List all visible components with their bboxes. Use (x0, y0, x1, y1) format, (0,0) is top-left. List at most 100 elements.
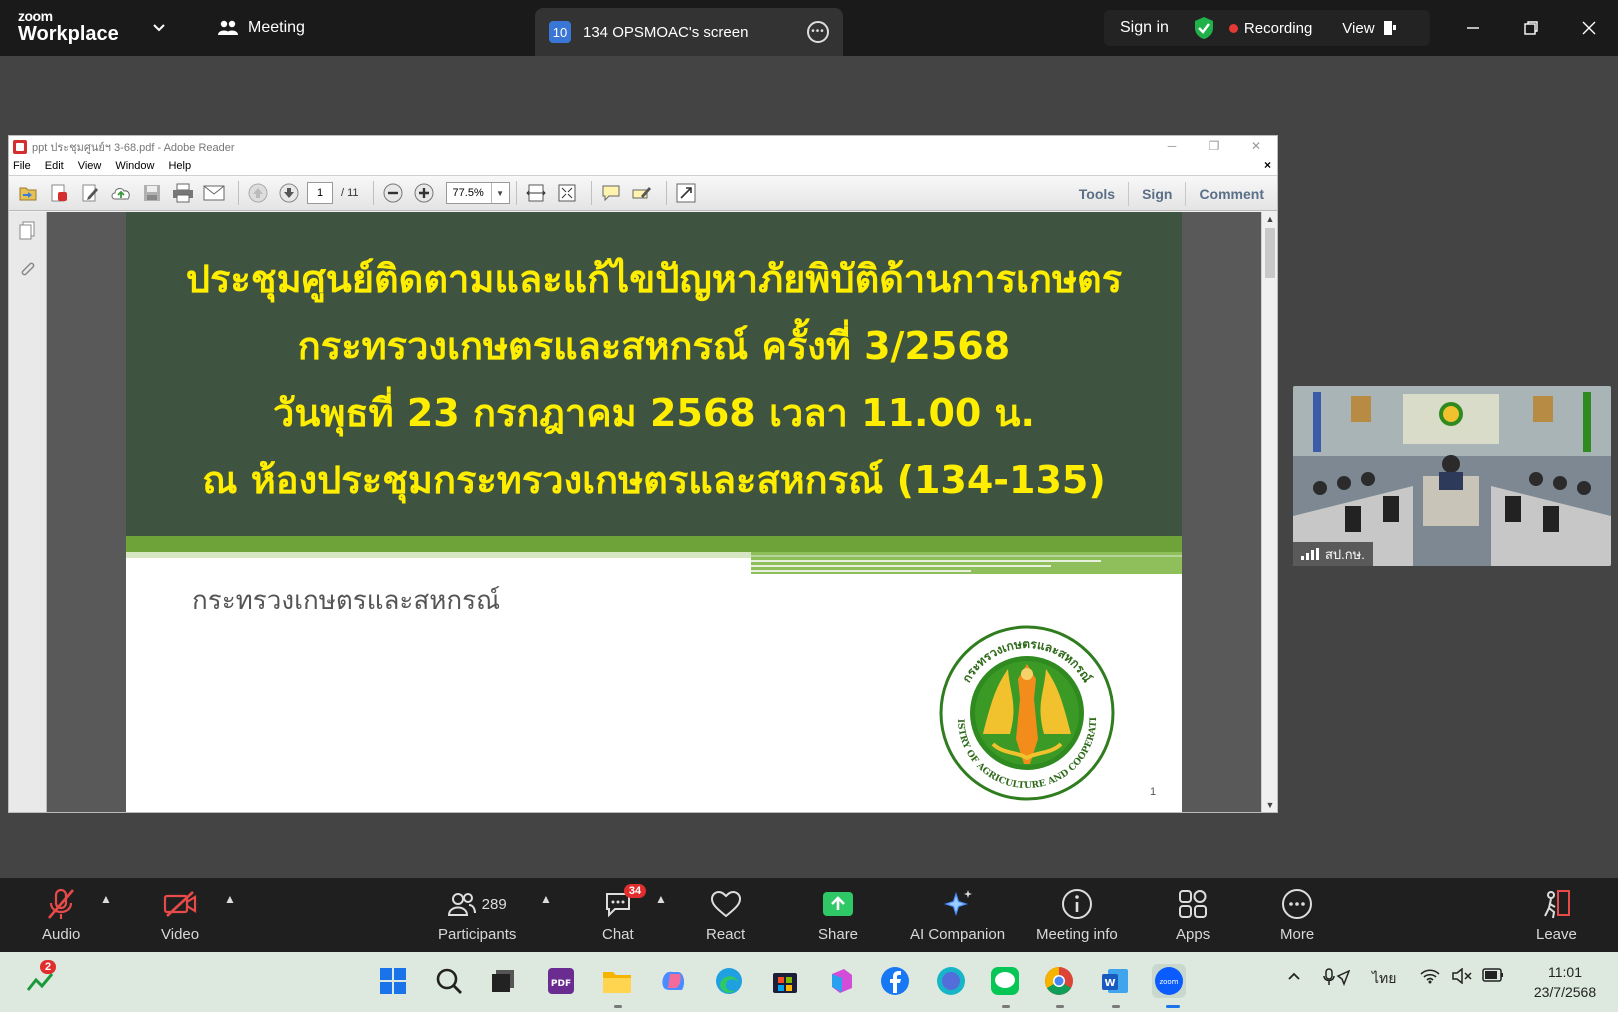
facebook-icon[interactable] (878, 964, 912, 998)
participant-video-tile[interactable]: สป.กษ. (1293, 386, 1611, 566)
recording-indicator[interactable]: Recording (1228, 20, 1312, 37)
tab-tools[interactable]: Tools (1066, 182, 1128, 206)
more-icon[interactable]: ••• (807, 21, 829, 43)
menu-file[interactable]: File (13, 160, 31, 172)
task-view-icon[interactable] (486, 964, 520, 998)
previous-page-icon[interactable] (245, 180, 271, 206)
menu-edit[interactable]: Edit (45, 160, 64, 172)
meeting-menu[interactable]: Meeting (218, 19, 305, 37)
edge-browser-icon[interactable] (712, 964, 746, 998)
wifi-icon[interactable] (1420, 968, 1440, 987)
microsoft-365-icon[interactable] (824, 964, 858, 998)
show-hidden-icons-chevron-icon[interactable] (1286, 968, 1302, 987)
minimize-icon[interactable] (1444, 0, 1502, 56)
canva-icon[interactable] (934, 964, 968, 998)
create-pdf-icon[interactable] (46, 180, 72, 206)
save-icon[interactable] (139, 180, 165, 206)
taskbar-clock[interactable]: 11:01 23/7/2568 (1520, 962, 1610, 1002)
audio-options-chevron-icon[interactable]: ▲ (100, 892, 112, 906)
reader-vertical-scrollbar[interactable]: ▲ ▼ (1261, 212, 1277, 812)
fit-width-icon[interactable] (523, 180, 549, 206)
participants-options-chevron-icon[interactable]: ▲ (540, 892, 552, 906)
audio-button[interactable]: Audio (42, 884, 80, 943)
word-app-icon[interactable]: W (1098, 964, 1132, 998)
comment-icon[interactable] (598, 180, 624, 206)
audio-label: Audio (42, 926, 81, 943)
menu-view[interactable]: View (78, 160, 102, 172)
meeting-control-bar: Audio ▲ Video ▲ 289 Participants ▲ 34 Ch… (0, 878, 1618, 952)
shared-screen-tab[interactable]: 10 134 OPSMOAC's screen ••• (535, 8, 843, 56)
more-dots-icon (1282, 889, 1313, 919)
leave-button[interactable]: Leave (1536, 884, 1577, 943)
chrome-browser-icon[interactable] (1042, 964, 1076, 998)
copilot-icon[interactable] (656, 964, 690, 998)
meeting-info-button[interactable]: Meeting info (1036, 884, 1118, 943)
zoom-top-bar: zoom Workplace Meeting 10 134 OPSMOAC's … (0, 0, 1618, 56)
open-file-icon[interactable] (15, 180, 41, 206)
share-button[interactable]: Share (818, 884, 858, 943)
menu-window[interactable]: Window (115, 160, 154, 172)
top-right-controls: Sign in Recording View (1104, 10, 1430, 46)
dropdown-arrow-icon[interactable]: ▼ (490, 183, 509, 203)
windows-start-icon[interactable] (376, 964, 410, 998)
react-button[interactable]: React (706, 884, 745, 943)
microphone-location-icon[interactable] (1322, 968, 1351, 989)
microphone-muted-icon (48, 888, 75, 919)
tab-sign[interactable]: Sign (1128, 181, 1185, 206)
attachments-paperclip-icon[interactable] (17, 258, 39, 280)
upload-cloud-icon[interactable] (108, 180, 134, 206)
fullscreen-icon[interactable] (673, 180, 699, 206)
microsoft-store-icon[interactable] (768, 964, 802, 998)
line-app-icon[interactable] (988, 964, 1022, 998)
svg-text:zoom: zoom (1159, 978, 1178, 986)
highlight-icon[interactable] (629, 180, 655, 206)
info-icon (1061, 889, 1092, 919)
video-button[interactable]: Video (161, 884, 199, 943)
edit-pdf-icon[interactable] (77, 180, 103, 206)
zoom-out-icon[interactable] (380, 180, 406, 206)
ai-companion-button[interactable]: AI Companion (910, 884, 1005, 943)
pdf-app-icon[interactable]: PDF (544, 964, 578, 998)
battery-icon[interactable] (1482, 968, 1504, 985)
page-number-input[interactable]: 1 (307, 182, 333, 204)
reader-close-icon[interactable]: ✕ (1235, 136, 1277, 157)
more-button[interactable]: More (1280, 884, 1314, 943)
more-label: More (1280, 926, 1315, 943)
chevron-down-icon[interactable] (152, 20, 166, 34)
scroll-thumb[interactable] (1265, 228, 1275, 278)
zoom-level-select[interactable]: 77.5% ▼ (445, 182, 510, 204)
file-explorer-icon[interactable] (600, 964, 634, 998)
tab-comment[interactable]: Comment (1185, 181, 1277, 206)
shield-check-icon[interactable] (1193, 16, 1215, 40)
running-indicator (1056, 1005, 1064, 1008)
share-label: Share (818, 926, 859, 943)
zoom-app-icon[interactable]: zoom (1152, 964, 1186, 998)
apps-button[interactable]: Apps (1176, 884, 1210, 943)
scroll-up-icon[interactable]: ▲ (1262, 214, 1278, 224)
fit-page-icon[interactable] (554, 180, 580, 206)
participants-button[interactable]: 289 Participants (438, 884, 516, 943)
slide-stripe (751, 560, 1101, 562)
sign-in-button[interactable]: Sign in (1120, 19, 1169, 37)
email-icon[interactable] (201, 180, 227, 206)
chat-button[interactable]: 34 Chat (602, 884, 647, 943)
document-close-icon[interactable]: × (1264, 158, 1271, 172)
print-icon[interactable] (170, 180, 196, 206)
close-icon[interactable] (1560, 0, 1618, 56)
reader-minimize-icon[interactable]: ─ (1151, 136, 1193, 157)
zoom-in-icon[interactable] (411, 180, 437, 206)
volume-muted-icon[interactable] (1452, 967, 1472, 987)
chat-options-chevron-icon[interactable]: ▲ (655, 892, 667, 906)
menu-help[interactable]: Help (168, 160, 191, 172)
reader-restore-icon[interactable]: ❐ (1193, 136, 1235, 157)
slide-title-line-4: ณ ห้องประชุมกระทรวงเกษตรและสหกรณ์ (134-1… (202, 458, 1106, 502)
video-options-chevron-icon[interactable]: ▲ (224, 892, 236, 906)
input-language[interactable]: ไทย (1372, 968, 1396, 990)
page-thumbnails-icon[interactable] (17, 220, 39, 242)
next-page-icon[interactable] (276, 180, 302, 206)
search-icon[interactable] (432, 964, 466, 998)
view-button[interactable]: View (1342, 20, 1396, 37)
restore-icon[interactable] (1502, 0, 1560, 56)
stocks-widget-icon[interactable]: 2 (24, 960, 58, 998)
scroll-down-icon[interactable]: ▼ (1262, 800, 1278, 810)
